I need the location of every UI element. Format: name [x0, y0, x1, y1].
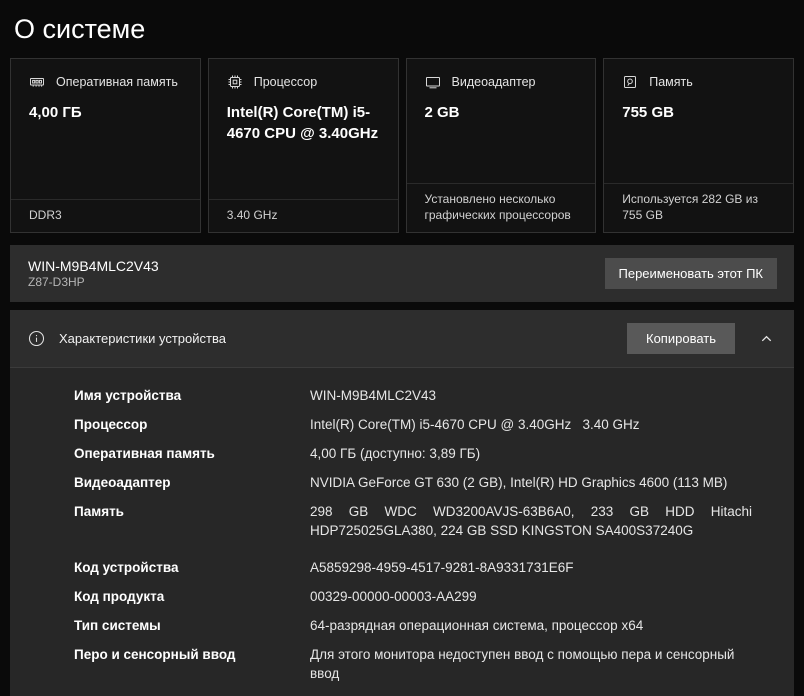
spec-row: Процессор Intel(R) Core(TM) i5-4670 CPU …: [10, 415, 794, 434]
card-label: Оперативная память: [56, 75, 178, 89]
computer-name-block: WIN-M9B4MLC2V43 Z87-D3HP: [28, 257, 159, 291]
card-value: 2 GB: [424, 104, 460, 121]
spec-row: Код устройства A5859298-4959-4517-9281-8…: [10, 558, 794, 577]
spec-label: Код продукта: [74, 589, 165, 604]
spec-row: Видеоадаптер NVIDIA GeForce GT 630 (2 GB…: [10, 473, 794, 492]
chevron-up-icon[interactable]: [759, 331, 774, 346]
card-value: 4,00 ГБ: [29, 104, 82, 121]
summary-card[interactable]: Видеоадаптер 2 GB Установлено несколько …: [405, 58, 597, 233]
device-specs-panel: Характеристики устройства Копировать Имя…: [10, 310, 794, 696]
spec-label: Перо и сенсорный ввод: [74, 647, 236, 662]
card-label: Память: [649, 75, 693, 89]
spec-row: Тип системы 64-разрядная операционная си…: [10, 616, 794, 635]
spec-value: Intel(R) Core(TM) i5-4670 CPU @ 3.40GHz …: [310, 417, 640, 432]
computer-name: WIN-M9B4MLC2V43: [28, 257, 159, 274]
rename-pc-button[interactable]: Переименовать этот ПК: [604, 258, 777, 289]
info-icon: [28, 330, 45, 347]
spec-label: Видеоадаптер: [74, 475, 171, 490]
spec-row: Перо и сенсорный ввод Для этого монитора…: [10, 645, 794, 683]
gpu-icon: [425, 74, 441, 90]
spec-value: 4,00 ГБ (доступно: 3,89 ГБ): [310, 446, 481, 461]
spec-label: Процессор: [74, 417, 148, 432]
card-value: Intel(R) Core(TM) i5-4670 CPU @ 3.40GHz: [226, 104, 379, 142]
card-value: 755 GB: [622, 104, 674, 121]
copy-button[interactable]: Копировать: [627, 323, 735, 354]
device-specs-header[interactable]: Характеристики устройства Копировать: [10, 310, 794, 368]
computer-name-panel: WIN-M9B4MLC2V43 Z87-D3HP Переименовать э…: [10, 245, 794, 302]
spec-value: NVIDIA GeForce GT 630 (2 GB), Intel(R) H…: [310, 475, 728, 490]
card-footer: DDR3: [11, 198, 200, 232]
ram-icon: [29, 74, 45, 90]
card-footer: 3.40 GHz: [208, 198, 398, 232]
spec-label: Тип системы: [74, 618, 161, 633]
spec-value: 298 GB WDC WD3200AVJS-63B6A0, 233 GB HDD…: [310, 504, 752, 538]
motherboard-model: Z87-D3HP: [28, 274, 85, 289]
card-footer: Установлено несколько графических процес…: [406, 182, 596, 232]
spec-label: Оперативная память: [74, 446, 215, 461]
spec-label: Память: [74, 504, 124, 519]
card-footer: Используется 282 GB из 755 GB: [604, 182, 793, 232]
spec-label: Код устройства: [74, 560, 179, 575]
spec-value: A5859298-4959-4517-9281-8A9331731E6F: [310, 560, 574, 575]
spec-row: Оперативная память 4,00 ГБ (доступно: 3,…: [10, 444, 794, 463]
summary-card[interactable]: Процессор Intel(R) Core(TM) i5-4670 CPU …: [207, 58, 399, 233]
cpu-icon: [227, 74, 243, 90]
spec-row: Код продукта 00329-00000-00003-AA299: [10, 587, 794, 606]
spec-value: Для этого монитора недоступен ввод с пом…: [310, 647, 739, 681]
spec-value: 64-разрядная операционная система, проце…: [310, 618, 644, 633]
spec-value: WIN-M9B4MLC2V43: [310, 388, 437, 403]
spec-row: Имя устройства WIN-M9B4MLC2V43: [10, 386, 794, 405]
card-label: Видеоадаптер: [451, 75, 536, 89]
card-label: Процессор: [253, 75, 318, 89]
summary-cards: Оперативная память 4,00 ГБ DDR3 Процессо…: [10, 58, 794, 233]
disk-icon: [622, 74, 638, 90]
summary-card[interactable]: Оперативная память 4,00 ГБ DDR3: [10, 58, 201, 233]
spec-value: 00329-00000-00003-AA299: [310, 589, 477, 604]
spec-label: Имя устройства: [74, 388, 182, 403]
page-title: О системе: [14, 14, 146, 44]
summary-card[interactable]: Память 755 GB Используется 282 GB из 755…: [603, 58, 794, 233]
device-specs-body: Имя устройства WIN-M9B4MLC2V43 Процессор…: [10, 368, 794, 696]
spec-row: Память 298 GB WDC WD3200AVJS-63B6A0, 233…: [10, 502, 794, 540]
about-system-page: О системе Оперативная память 4,00 ГБ DDR…: [0, 10, 804, 696]
device-specs-title: Характеристики устройства: [59, 331, 226, 346]
